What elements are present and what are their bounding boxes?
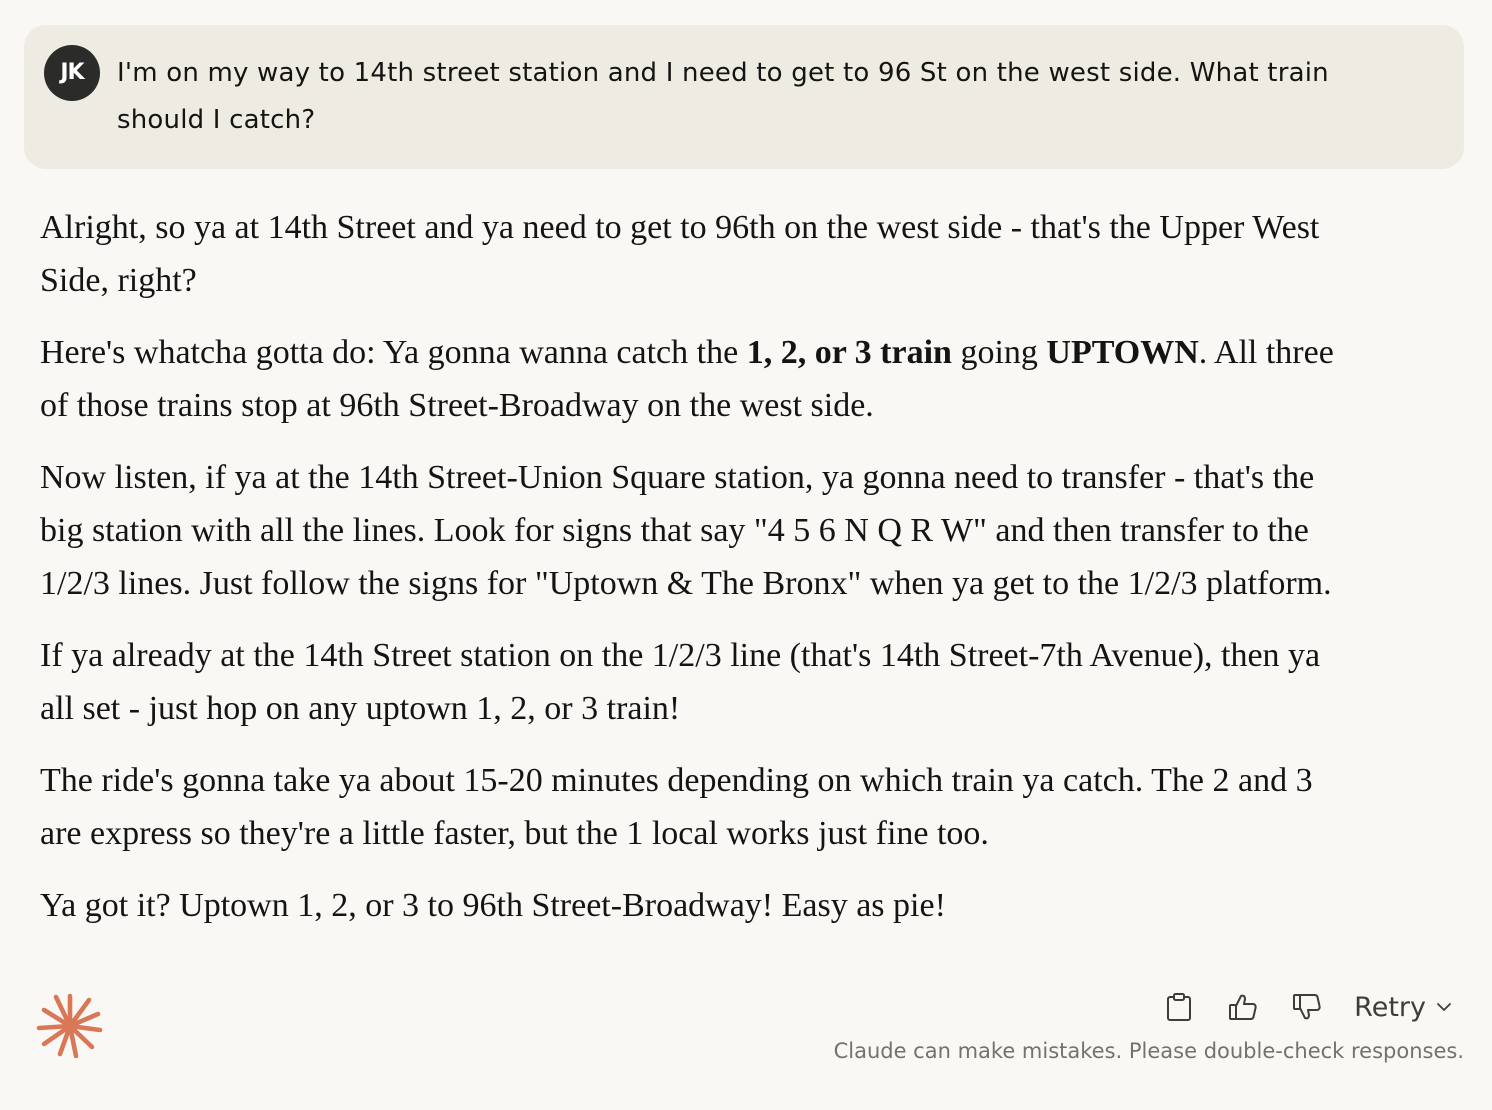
retry-button[interactable]: Retry xyxy=(1354,992,1452,1023)
user-avatar: JK xyxy=(44,45,100,101)
chevron-down-icon xyxy=(1436,1002,1452,1012)
thumbs-down-button[interactable] xyxy=(1290,990,1324,1024)
assistant-line: are express so they're a little faster, … xyxy=(40,815,989,852)
clipboard-icon xyxy=(1167,993,1192,1021)
message-actions: Retry xyxy=(1162,984,1452,1030)
assistant-text: going xyxy=(951,334,1047,371)
user-message-bubble: JK I'm on my way to 14th street station … xyxy=(24,25,1464,169)
assistant-message: Alright, so ya at 14th Street and ya nee… xyxy=(40,201,1440,951)
thumbs-down-icon xyxy=(1293,994,1321,1020)
assistant-paragraph: Here's whatcha gotta do: Ya gonna wanna … xyxy=(40,326,1440,432)
assistant-line: Ya got it? Uptown 1, 2, or 3 to 96th Str… xyxy=(40,887,946,924)
assistant-paragraph: Ya got it? Uptown 1, 2, or 3 to 96th Str… xyxy=(40,879,1440,932)
assistant-line: Alright, so ya at 14th Street and ya nee… xyxy=(40,209,1320,246)
assistant-paragraph: If ya already at the 14th Street station… xyxy=(40,629,1440,735)
assistant-paragraph: The ride's gonna take ya about 15-20 min… xyxy=(40,754,1440,860)
claude-spark-logo xyxy=(36,993,103,1059)
assistant-line: Side, right? xyxy=(40,262,197,299)
assistant-paragraph: Now listen, if ya at the 14th Street-Uni… xyxy=(40,451,1440,610)
user-message-text: I'm on my way to 14th street station and… xyxy=(117,50,1427,144)
bold-train-lines: 1, 2, or 3 train xyxy=(746,334,952,371)
retry-label: Retry xyxy=(1354,991,1426,1023)
thumbs-up-button[interactable] xyxy=(1226,990,1260,1024)
assistant-line: If ya already at the 14th Street station… xyxy=(40,637,1321,674)
disclaimer-text: Claude can make mistakes. Please double-… xyxy=(833,1039,1464,1063)
assistant-text: . All three xyxy=(1198,334,1334,371)
assistant-line: 1/2/3 lines. Just follow the signs for "… xyxy=(40,565,1332,602)
assistant-line: of those trains stop at 96th Street-Broa… xyxy=(40,387,874,424)
thumbs-up-icon xyxy=(1229,994,1257,1020)
assistant-line: big station with all the lines. Look for… xyxy=(40,512,1309,549)
assistant-text: Here's whatcha gotta do: Ya gonna wanna … xyxy=(40,334,747,371)
assistant-line: all set - just hop on any uptown 1, 2, o… xyxy=(40,690,681,727)
assistant-paragraph: Alright, so ya at 14th Street and ya nee… xyxy=(40,201,1440,307)
user-message-line: I'm on my way to 14th street station and… xyxy=(117,58,1329,88)
bold-direction: UPTOWN xyxy=(1046,334,1199,371)
user-message-line: should I catch? xyxy=(117,105,316,135)
assistant-line: The ride's gonna take ya about 15-20 min… xyxy=(40,762,1313,799)
assistant-line: Now listen, if ya at the 14th Street-Uni… xyxy=(40,459,1315,496)
copy-button[interactable] xyxy=(1162,990,1196,1024)
